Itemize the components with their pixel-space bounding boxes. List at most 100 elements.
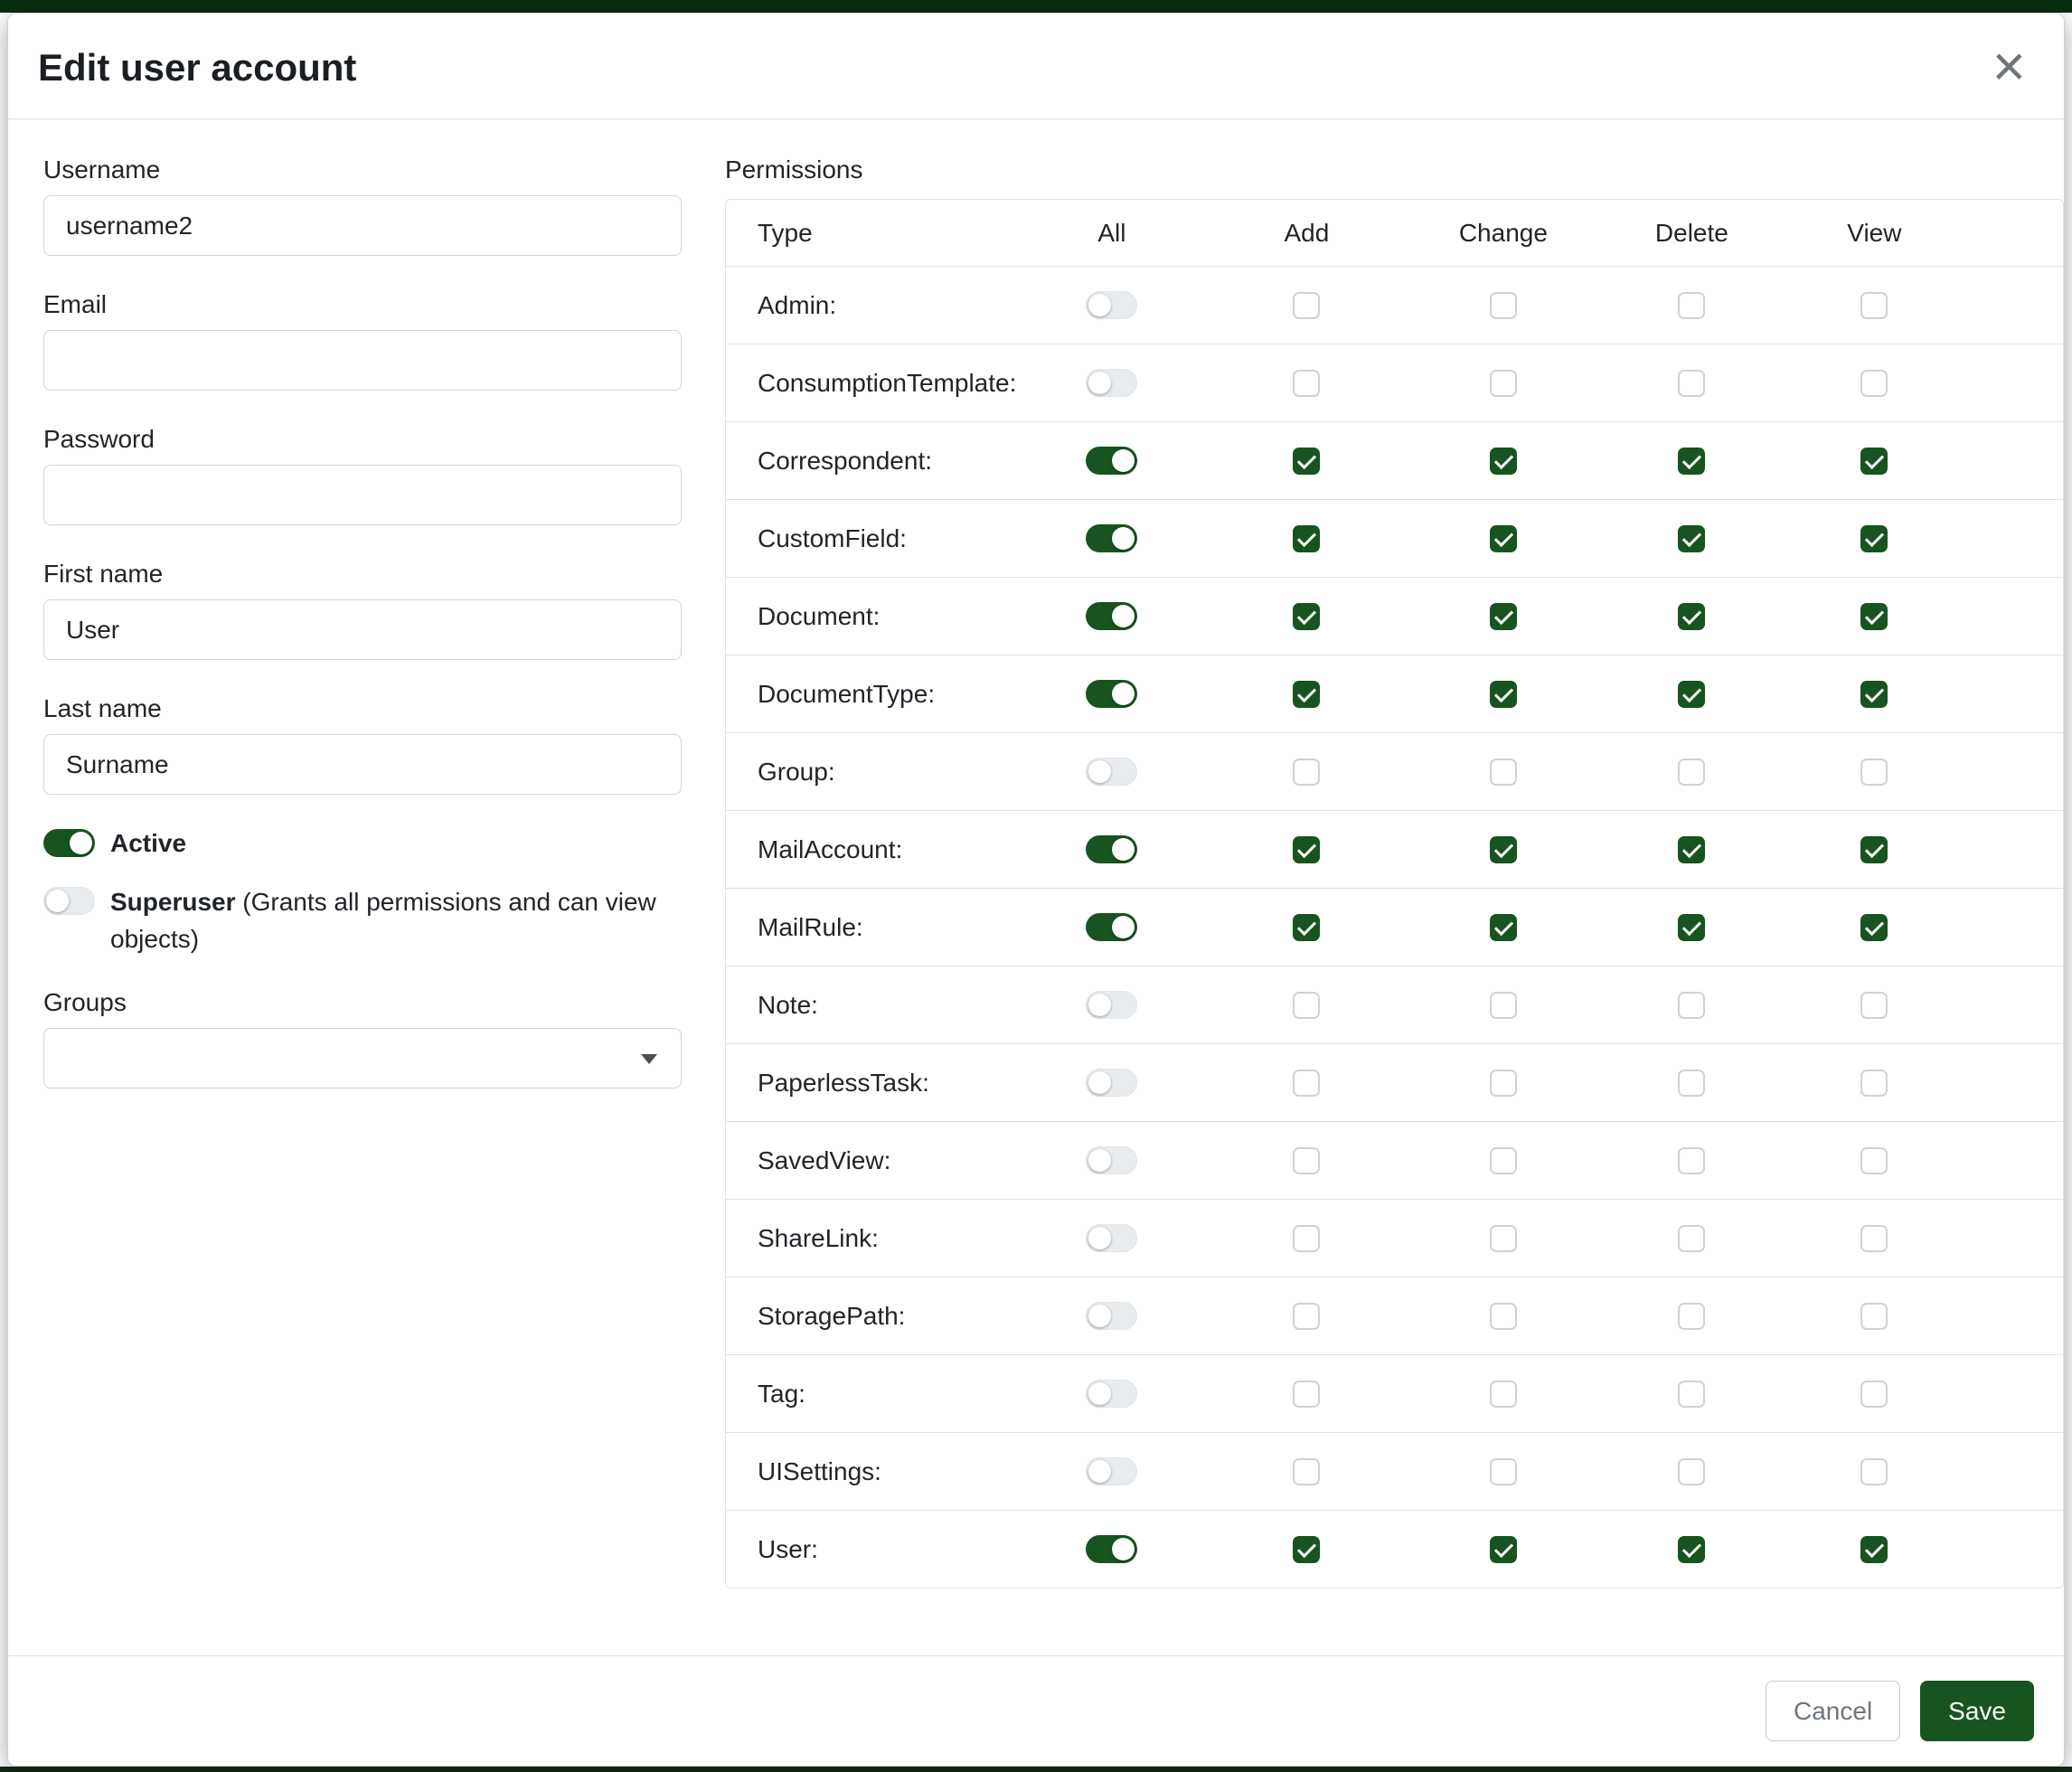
permission-view-checkbox[interactable] <box>1860 525 1888 552</box>
permission-view-checkbox[interactable] <box>1860 681 1888 708</box>
permission-view-checkbox[interactable] <box>1860 1070 1888 1097</box>
permission-delete-checkbox[interactable] <box>1678 1225 1705 1252</box>
permission-delete-checkbox[interactable] <box>1678 1070 1705 1097</box>
password-input[interactable] <box>43 465 682 525</box>
permission-view-checkbox[interactable] <box>1860 1536 1888 1563</box>
cancel-button[interactable]: Cancel <box>1766 1681 1900 1741</box>
permission-delete-checkbox[interactable] <box>1678 370 1705 397</box>
permission-change-checkbox[interactable] <box>1490 681 1517 708</box>
permission-view-checkbox[interactable] <box>1860 914 1888 941</box>
permission-change-checkbox[interactable] <box>1490 914 1517 941</box>
save-button[interactable]: Save <box>1920 1681 2034 1741</box>
last-name-input[interactable] <box>43 734 682 795</box>
username-input[interactable] <box>43 195 682 256</box>
permission-all-toggle[interactable] <box>1086 1224 1137 1252</box>
permission-change-checkbox[interactable] <box>1490 1536 1517 1563</box>
permission-delete-checkbox[interactable] <box>1678 1147 1705 1174</box>
permission-add-checkbox[interactable] <box>1293 448 1320 475</box>
permission-view-checkbox[interactable] <box>1860 370 1888 397</box>
permission-add-checkbox[interactable] <box>1293 836 1320 863</box>
permission-add-checkbox[interactable] <box>1293 1070 1320 1097</box>
permission-delete-checkbox[interactable] <box>1678 525 1705 552</box>
permission-add-checkbox[interactable] <box>1293 914 1320 941</box>
permission-change-checkbox[interactable] <box>1490 1147 1517 1174</box>
permission-add-checkbox[interactable] <box>1293 1147 1320 1174</box>
permission-add-checkbox[interactable] <box>1293 1303 1320 1330</box>
permission-all-toggle[interactable] <box>1086 835 1137 863</box>
modal-body: Username Email Password First name Last … <box>8 119 2064 1655</box>
permission-add-checkbox[interactable] <box>1293 292 1320 319</box>
permission-all-toggle[interactable] <box>1086 602 1137 630</box>
permission-add-checkbox[interactable] <box>1293 1381 1320 1408</box>
permission-view-checkbox[interactable] <box>1860 448 1888 475</box>
permission-add-checkbox[interactable] <box>1293 525 1320 552</box>
permission-delete-checkbox[interactable] <box>1678 992 1705 1019</box>
permission-delete-checkbox[interactable] <box>1678 1381 1705 1408</box>
permission-all-toggle[interactable] <box>1086 447 1137 475</box>
superuser-toggle[interactable] <box>43 887 95 915</box>
permission-view-checkbox[interactable] <box>1860 292 1888 319</box>
permission-all-toggle[interactable] <box>1086 758 1137 786</box>
permission-all-toggle[interactable] <box>1086 1380 1137 1408</box>
permission-change-checkbox[interactable] <box>1490 836 1517 863</box>
permission-all-toggle[interactable] <box>1086 1457 1137 1485</box>
permission-all-toggle[interactable] <box>1086 1146 1137 1174</box>
permission-all-toggle[interactable] <box>1086 680 1137 708</box>
permission-add-checkbox[interactable] <box>1293 992 1320 1019</box>
permission-add-checkbox[interactable] <box>1293 759 1320 786</box>
permission-change-checkbox[interactable] <box>1490 992 1517 1019</box>
email-input[interactable] <box>43 330 682 391</box>
permission-all-toggle[interactable] <box>1086 524 1137 552</box>
permission-view-checkbox[interactable] <box>1860 992 1888 1019</box>
permission-view-checkbox[interactable] <box>1860 759 1888 786</box>
permission-change-checkbox[interactable] <box>1490 370 1517 397</box>
permission-view-checkbox[interactable] <box>1860 836 1888 863</box>
first-name-input[interactable] <box>43 599 682 660</box>
permission-all-toggle[interactable] <box>1086 991 1137 1019</box>
permission-change-checkbox[interactable] <box>1490 448 1517 475</box>
permission-add-checkbox[interactable] <box>1293 1458 1320 1485</box>
permission-type-label: Note: <box>758 991 1016 1020</box>
permission-all-toggle[interactable] <box>1086 291 1137 319</box>
permission-view-checkbox[interactable] <box>1860 1381 1888 1408</box>
permission-view-checkbox[interactable] <box>1860 1303 1888 1330</box>
permission-change-checkbox[interactable] <box>1490 1225 1517 1252</box>
permission-delete-checkbox[interactable] <box>1678 836 1705 863</box>
close-icon[interactable]: × <box>1987 37 2031 95</box>
toggle-knob <box>1088 1227 1111 1249</box>
permission-view-checkbox[interactable] <box>1860 603 1888 630</box>
permission-view-checkbox[interactable] <box>1860 1458 1888 1485</box>
permission-delete-checkbox[interactable] <box>1678 914 1705 941</box>
permission-delete-checkbox[interactable] <box>1678 603 1705 630</box>
permission-change-checkbox[interactable] <box>1490 292 1517 319</box>
permission-delete-checkbox[interactable] <box>1678 759 1705 786</box>
permission-change-checkbox[interactable] <box>1490 525 1517 552</box>
permission-all-toggle[interactable] <box>1086 1535 1137 1563</box>
permission-change-checkbox[interactable] <box>1490 1070 1517 1097</box>
permission-add-checkbox[interactable] <box>1293 370 1320 397</box>
permission-delete-checkbox[interactable] <box>1678 448 1705 475</box>
permission-add-checkbox[interactable] <box>1293 1536 1320 1563</box>
permission-all-toggle[interactable] <box>1086 913 1137 941</box>
groups-select[interactable] <box>43 1028 682 1089</box>
permission-delete-checkbox[interactable] <box>1678 1458 1705 1485</box>
permission-change-checkbox[interactable] <box>1490 603 1517 630</box>
permission-type-label: Document: <box>758 602 1016 631</box>
permission-delete-checkbox[interactable] <box>1678 1536 1705 1563</box>
permission-delete-checkbox[interactable] <box>1678 1303 1705 1330</box>
permission-change-checkbox[interactable] <box>1490 1458 1517 1485</box>
permission-delete-checkbox[interactable] <box>1678 681 1705 708</box>
permission-change-checkbox[interactable] <box>1490 759 1517 786</box>
permission-change-checkbox[interactable] <box>1490 1303 1517 1330</box>
permission-all-toggle[interactable] <box>1086 1069 1137 1097</box>
active-toggle[interactable] <box>43 829 95 857</box>
permission-view-checkbox[interactable] <box>1860 1225 1888 1252</box>
permission-all-toggle[interactable] <box>1086 1302 1137 1330</box>
permission-change-checkbox[interactable] <box>1490 1381 1517 1408</box>
permission-delete-checkbox[interactable] <box>1678 292 1705 319</box>
permission-add-checkbox[interactable] <box>1293 1225 1320 1252</box>
permission-view-checkbox[interactable] <box>1860 1147 1888 1174</box>
permission-all-toggle[interactable] <box>1086 369 1137 397</box>
permission-add-checkbox[interactable] <box>1293 681 1320 708</box>
permission-add-checkbox[interactable] <box>1293 603 1320 630</box>
